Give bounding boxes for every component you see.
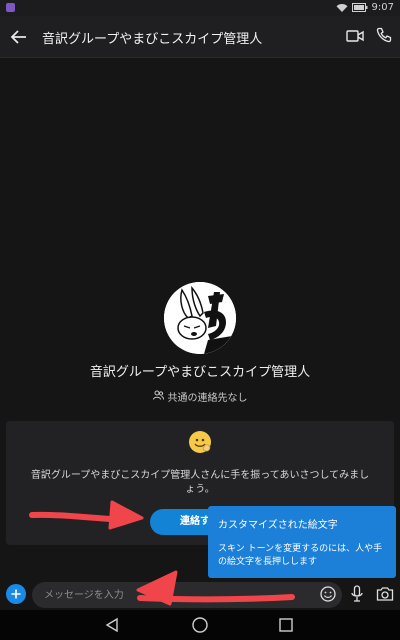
nav-back-icon[interactable] [104,617,120,637]
microphone-icon[interactable] [350,585,364,607]
phone-call-icon[interactable] [376,27,392,47]
video-call-icon[interactable] [346,28,364,47]
nav-home-icon[interactable] [191,616,209,638]
status-bar: 9:07 [0,0,400,16]
shared-contacts-row: 共通の連絡先なし [0,389,400,404]
message-input[interactable] [32,582,342,608]
app-notification-icon [6,3,15,12]
status-time: 9:07 [371,2,394,13]
profile-avatar[interactable] [164,282,236,354]
back-arrow-icon[interactable] [8,26,30,48]
nav-recent-apps-icon[interactable] [278,617,294,637]
emoji-tip-tooltip[interactable]: カスタマイズされた絵文字 スキン トーンを変更するのには、人や手の絵文字を長押し… [208,506,396,584]
conversation-title[interactable]: 音訳グループやまびこスカイプ管理人 [42,28,262,47]
tooltip-title: カスタマイズされた絵文字 [218,520,338,531]
wifi-icon [336,3,348,13]
battery-icon [351,3,368,12]
status-right: 9:07 [336,2,394,13]
add-attachment-button[interactable] [6,584,26,604]
message-composer [0,578,400,610]
greeting-message: 音訳グループやまびこスカイプ管理人さんに手を振ってあいさつしてみましょう。 [30,470,370,495]
waving-emoji-icon[interactable] [187,429,213,455]
profile-name: 音訳グループやまびこスカイプ管理人 [89,365,311,380]
system-navigation-bar [0,610,400,640]
emoji-picker-icon[interactable] [320,586,336,606]
camera-icon[interactable] [376,586,394,606]
tooltip-body: スキン トーンを変更するのには、人や手の絵文字を長押しします [218,544,383,567]
shared-contacts-text: 共通の連絡先なし [167,393,248,404]
chat-header: 音訳グループやまびこスカイプ管理人 [0,16,400,58]
contacts-icon [152,390,164,403]
